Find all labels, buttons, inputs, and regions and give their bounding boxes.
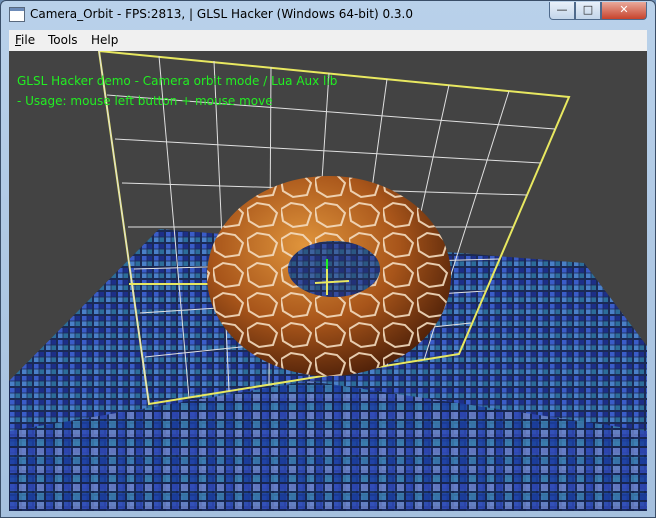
menu-bar: File Tools Help [9, 30, 647, 52]
maximize-button[interactable]: □ [575, 2, 601, 20]
menu-help[interactable]: Help [91, 33, 118, 47]
app-window: Camera_Orbit - FPS:2813, | GLSL Hacker (… [0, 0, 656, 518]
torus-model [207, 176, 451, 376]
window-app-icon [9, 7, 25, 22]
overlay-line-2: - Usage: mouse left button + mouse move [17, 94, 273, 108]
menu-tools[interactable]: Tools [48, 33, 78, 47]
close-icon: ✕ [619, 3, 629, 16]
minimize-button[interactable]: — [549, 2, 575, 20]
render-viewport[interactable]: GLSL Hacker demo - Camera orbit mode / L… [9, 51, 647, 511]
overlay-line-1: GLSL Hacker demo - Camera orbit mode / L… [17, 74, 338, 88]
maximize-icon: □ [582, 3, 594, 16]
window-title: Camera_Orbit - FPS:2813, | GLSL Hacker (… [30, 7, 413, 21]
title-bar[interactable]: Camera_Orbit - FPS:2813, | GLSL Hacker (… [1, 1, 655, 29]
close-button[interactable]: ✕ [601, 2, 647, 20]
scene-canvas[interactable] [9, 51, 647, 511]
minimize-icon: — [556, 3, 568, 16]
menu-file[interactable]: File [15, 33, 35, 47]
